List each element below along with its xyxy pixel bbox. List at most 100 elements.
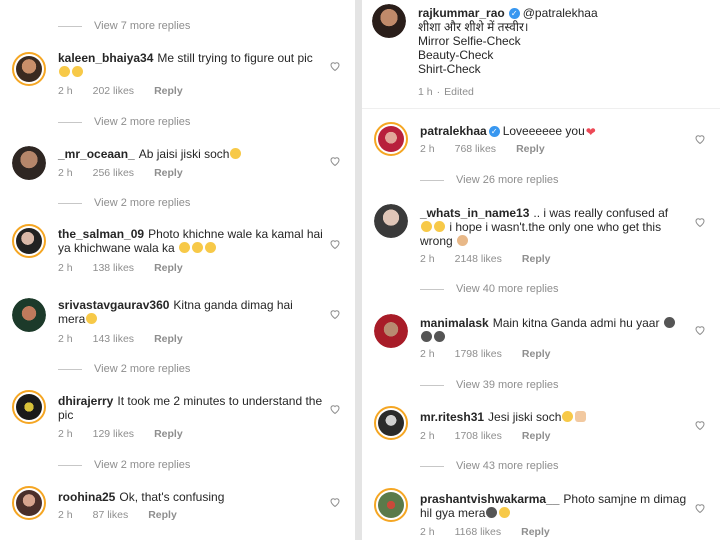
comment-time: 2 h (58, 262, 73, 274)
avatar[interactable] (374, 488, 408, 522)
comment-text: .. i was really confused af (533, 206, 669, 220)
view-more-replies[interactable]: View 2 more replies (58, 195, 190, 211)
comment-username[interactable]: prashantvishwakarma__ (420, 492, 559, 506)
like-heart-icon[interactable] (329, 403, 341, 415)
reply-button[interactable]: Reply (522, 348, 551, 360)
like-heart-icon[interactable] (694, 502, 706, 514)
comment-time: 2 h (420, 348, 435, 360)
edited-label: Edited (444, 86, 474, 98)
verified-badge-icon: ✓ (488, 126, 500, 138)
comment-username[interactable]: _mr_oceaan_ (58, 147, 135, 161)
comment-time: 2 h (420, 143, 435, 155)
laughing-emoji-icon (86, 313, 98, 324)
avatar[interactable] (12, 486, 46, 520)
avatar[interactable] (374, 122, 408, 156)
laughing-emoji-icon (499, 507, 511, 518)
like-heart-icon[interactable] (329, 238, 341, 250)
caption-line: Beauty-Check (418, 48, 494, 62)
avatar[interactable] (372, 4, 406, 38)
divider (58, 464, 82, 466)
comment-username[interactable]: srivastavgaurav360 (58, 298, 169, 312)
avatar[interactable] (12, 390, 46, 424)
comment-username[interactable]: patralekhaa (420, 124, 487, 138)
caption-username[interactable]: rajkummar_rao (418, 6, 505, 20)
like-count[interactable]: 2148 likes (455, 253, 502, 265)
like-heart-icon[interactable] (329, 155, 341, 167)
divider (58, 368, 82, 370)
like-heart-icon[interactable] (694, 419, 706, 431)
view-more-replies[interactable]: View 2 more replies (58, 361, 190, 377)
like-heart-icon[interactable] (694, 324, 706, 336)
view-more-replies[interactable]: View 7 more replies (58, 18, 190, 34)
comment-username[interactable]: kaleen_bhaiya34 (58, 51, 153, 65)
avatar[interactable] (12, 52, 46, 86)
laughing-emoji-icon (205, 242, 217, 253)
like-count[interactable]: 87 likes (93, 509, 129, 521)
avatar[interactable] (374, 314, 408, 348)
reply-button[interactable]: Reply (522, 430, 551, 442)
reply-button[interactable]: Reply (521, 526, 550, 538)
reply-button[interactable]: Reply (154, 167, 183, 179)
neutral-face-emoji-icon (421, 331, 432, 342)
comment-time: 2 h (420, 526, 435, 538)
comment-time: 2 h (58, 428, 73, 440)
comment-text: Main kitna Ganda admi hu yaar (492, 316, 660, 330)
reply-button[interactable]: Reply (154, 262, 183, 274)
right-comments-panel: rajkummar_rao ✓ @patralekhaa शीशा और शीशे … (362, 0, 720, 540)
comment-username[interactable]: manimalask (420, 316, 489, 330)
like-heart-icon[interactable] (329, 308, 341, 320)
reply-button[interactable]: Reply (522, 253, 551, 265)
avatar[interactable] (12, 146, 46, 180)
divider (420, 465, 444, 467)
like-count[interactable]: 143 likes (93, 333, 134, 345)
reply-button[interactable]: Reply (154, 333, 183, 345)
like-heart-icon[interactable] (329, 496, 341, 508)
view-more-replies[interactable]: View 39 more replies (420, 377, 559, 393)
divider (420, 179, 444, 181)
comment-username[interactable]: _whats_in_name13 (420, 206, 529, 220)
divider (58, 121, 82, 123)
comment-username[interactable]: mr.ritesh31 (420, 410, 484, 424)
view-more-replies[interactable]: View 40 more replies (420, 281, 559, 297)
avatar[interactable] (374, 406, 408, 440)
comment-time: 2 h (420, 430, 435, 442)
divider (420, 288, 444, 290)
reply-button[interactable]: Reply (148, 509, 177, 521)
like-count[interactable]: 202 likes (93, 85, 134, 97)
avatar[interactable] (12, 298, 46, 332)
reply-button[interactable]: Reply (154, 85, 183, 97)
like-count[interactable]: 1708 likes (455, 430, 502, 442)
avatar[interactable] (374, 204, 408, 238)
like-heart-icon[interactable] (329, 60, 341, 72)
like-count[interactable]: 138 likes (93, 262, 134, 274)
comment-time: 2 h (58, 85, 73, 97)
like-heart-icon[interactable] (694, 216, 706, 228)
reply-button[interactable]: Reply (516, 143, 545, 155)
avatar[interactable] (12, 224, 46, 258)
caption-line: Shirt-Check (418, 62, 481, 76)
neutral-face-emoji-icon (434, 331, 445, 342)
folded-hands-emoji-icon (575, 411, 587, 422)
view-more-replies[interactable]: View 2 more replies (58, 457, 190, 473)
like-count[interactable]: 1168 likes (455, 526, 502, 538)
caption-time: 1 h (418, 86, 433, 98)
comment-username[interactable]: dhirajerry (58, 394, 113, 408)
comment-text: Ok, that's confusing (119, 490, 225, 504)
view-more-replies[interactable]: View 26 more replies (420, 172, 559, 188)
view-more-replies[interactable]: View 43 more replies (420, 458, 559, 474)
reply-button[interactable]: Reply (154, 428, 183, 440)
comment-text: Jesi jiski soch (488, 410, 562, 424)
comment-username[interactable]: the_salman_09 (58, 227, 144, 241)
like-count[interactable]: 129 likes (93, 428, 134, 440)
like-count[interactable]: 1798 likes (455, 348, 502, 360)
like-heart-icon[interactable] (694, 133, 706, 145)
comment-time: 2 h (58, 509, 73, 521)
like-count[interactable]: 256 likes (93, 167, 134, 179)
caption-mention[interactable]: @patralekhaa (523, 6, 598, 20)
neutral-face-emoji-icon (663, 317, 675, 328)
comment-username[interactable]: roohina25 (58, 490, 115, 504)
view-more-replies[interactable]: View 2 more replies (58, 114, 190, 130)
like-count[interactable]: 768 likes (455, 143, 496, 155)
laughing-emoji-icon (421, 221, 432, 232)
divider (58, 25, 82, 27)
